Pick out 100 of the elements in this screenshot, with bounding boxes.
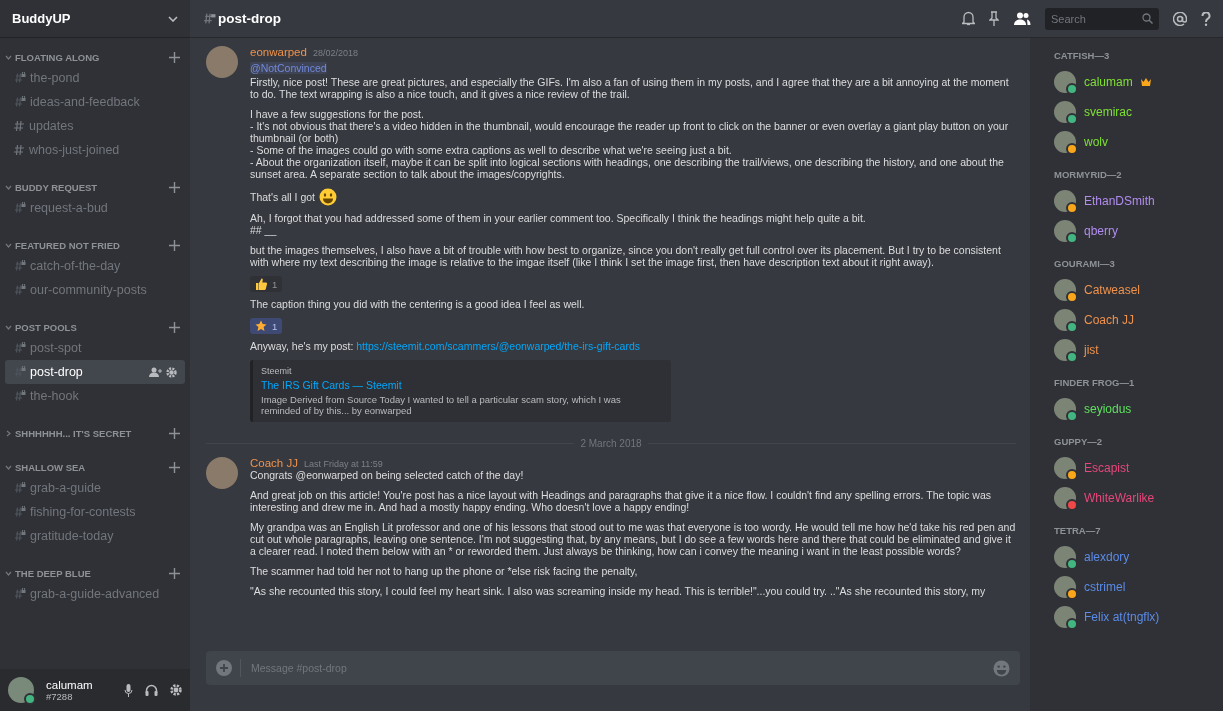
- message-text: The caption thing you did with the centering is a good idea I feel as well.: [250, 298, 586, 310]
- avatar[interactable]: [206, 46, 238, 78]
- message-text: Congrats @eonwarped on being selected catch of the day!: [250, 469, 525, 481]
- category-label[interactable]: SHHHHHH... IT'S SECRET: [15, 427, 166, 439]
- message-text: Ah, I forgot that you had addressed some of them in your earlier comment too. Specifically I think the headings might help quite a bit. ## __: [250, 212, 867, 236]
- author-name[interactable]: eonwarped: [250, 46, 307, 58]
- user-mention[interactable]: @NotConvinced: [250, 62, 327, 74]
- category-label[interactable]: BUDDY REQUEST: [15, 181, 166, 193]
- message-text: but the images themselves, I also have a bit of trouble with how best to organize, since you don't really get full control over its placement. But I try to be consistent with where my text describing the image is relative to the imgae itself (like I think I set the image first, then have description text about it right away).: [250, 244, 1002, 268]
- member-item[interactable]: EthanDSmith: [1054, 186, 1223, 216]
- category-label[interactable]: THE DEEP BLUE: [15, 567, 166, 579]
- caret-icon[interactable]: [5, 429, 12, 437]
- channel-item[interactable]: ideas-and-feedback: [5, 90, 185, 114]
- member-item[interactable]: cstrimel: [1054, 572, 1223, 602]
- microphone-icon[interactable]: [124, 683, 133, 697]
- member-item[interactable]: Coach JJ: [1054, 305, 1223, 335]
- category-label[interactable]: FLOATING ALONG: [15, 51, 166, 63]
- member-item[interactable]: wolv: [1054, 127, 1223, 157]
- star-icon: [255, 320, 267, 332]
- pin-icon[interactable]: [989, 11, 999, 26]
- locked-hash-icon: [202, 12, 216, 25]
- embed-title-link[interactable]: The IRS Gift Cards — Steemit: [261, 379, 661, 391]
- settings-icon[interactable]: [170, 684, 182, 696]
- channel-item[interactable]: updates: [5, 114, 185, 138]
- channel-item[interactable]: the-pond: [5, 66, 185, 90]
- reaction-button[interactable]: 1: [250, 276, 283, 292]
- headphones-icon[interactable]: [145, 684, 158, 696]
- member-group-label: GOURAMI—3: [1054, 258, 1116, 269]
- message-text: I have a few suggestions for the post. - It's not obvious that there's a video hidden in the thumbnail, would encourage the reader up front to click on the banner or even overlay a giant play button on your thumbnail (or both) - Some of the images could go with some extra captions as well to describe what we're seeing just a bit. - About the organization itself, maybe it can be split into logical sections with headings, one describing the trail/views, one describing the history, and one about the sunset area. A separate section to talk about the images/copyrights.: [250, 108, 1010, 180]
- plus-icon[interactable]: [169, 239, 180, 251]
- member-item[interactable]: WhiteWarlike: [1054, 483, 1223, 513]
- category-label[interactable]: POST POOLS: [15, 321, 166, 333]
- member-item[interactable]: svemirac: [1054, 97, 1223, 127]
- message-text: And great job on this article! You're post has a nice layout with Headings and paragraphs that give it a nice flow. I couldn't find any spelling errors. The topic was interesting and drew me in. And had a mostly happy ending. Who doesn't love a happy ending!: [250, 489, 992, 513]
- channel-item[interactable]: whos-just-joined: [5, 138, 185, 162]
- add-user-icon[interactable]: [149, 367, 162, 377]
- settings-icon[interactable]: [166, 366, 177, 378]
- member-item[interactable]: Catweasel: [1054, 275, 1223, 305]
- caret-icon[interactable]: [5, 569, 12, 577]
- plus-icon[interactable]: [169, 567, 180, 579]
- locked-hash-icon: [13, 390, 26, 402]
- caret-icon[interactable]: [5, 53, 12, 61]
- locked-hash-icon: [13, 72, 26, 84]
- user-avatar[interactable]: [8, 677, 34, 703]
- plus-circle-icon[interactable]: [216, 660, 232, 676]
- channel-item[interactable]: request-a-bud: [5, 196, 185, 220]
- url-link[interactable]: https://steemit.com/scammers/@eonwarped/the-irs-gift-cards: [356, 340, 641, 352]
- channel-item[interactable]: our-community-posts: [5, 278, 185, 302]
- member-item[interactable]: alexdory: [1054, 542, 1223, 572]
- category-label[interactable]: FEATURED NOT FRIED: [15, 239, 166, 251]
- help-icon[interactable]: [1201, 11, 1211, 26]
- bell-icon[interactable]: [962, 11, 975, 26]
- status-dot: [24, 693, 36, 705]
- smiley-emoji-icon: [319, 188, 338, 206]
- plus-icon[interactable]: [169, 321, 180, 333]
- locked-hash-icon: [13, 506, 26, 518]
- embed-provider: Steemit: [261, 366, 293, 376]
- channel-item[interactable]: grab-a-guide: [5, 476, 185, 500]
- message-text: "As she recounted this story, I could feel my heart sink. I also was screaming inside my head. This is terrible!"...you could try. .."As she recounted this story, my: [250, 585, 987, 597]
- member-group-label: CATFISH—3: [1054, 50, 1111, 61]
- channel-item[interactable]: fishing-for-contests: [5, 500, 185, 524]
- category-label[interactable]: SHALLOW SEA: [15, 461, 166, 473]
- plus-icon[interactable]: [169, 461, 180, 473]
- timestamp: 28/02/2018: [312, 48, 358, 58]
- member-item[interactable]: jist: [1054, 335, 1223, 365]
- caret-icon[interactable]: [5, 463, 12, 471]
- reaction-button[interactable]: 1: [250, 318, 283, 334]
- embed-description: Image Derived from Source Today I wanted to tell a particular scam story, which I was reminded of by this... by eonwarped: [261, 394, 622, 416]
- message-text: The scammer had told her not to hang up the phone or *else risk facing the penalty,: [250, 565, 639, 577]
- member-item[interactable]: Escapist: [1054, 453, 1223, 483]
- member-group-label: GUPPY—2: [1054, 436, 1104, 447]
- server-header[interactable]: BuddyUP: [0, 0, 190, 38]
- member-item[interactable]: Felix at(tngflx): [1054, 602, 1223, 632]
- plus-icon[interactable]: [169, 51, 180, 63]
- channel-item[interactable]: the-hook: [5, 384, 185, 408]
- at-sign-icon[interactable]: [1173, 11, 1187, 26]
- locked-hash-icon: [13, 482, 26, 494]
- locked-hash-icon: [13, 530, 26, 542]
- avatar[interactable]: [206, 457, 238, 489]
- member-item[interactable]: seyiodus: [1054, 394, 1223, 424]
- channel-item[interactable]: gratitude-today: [5, 524, 185, 548]
- channel-item[interactable]: post-drop: [5, 360, 185, 384]
- message-text: That's all I got: [250, 191, 316, 203]
- plus-icon[interactable]: [169, 181, 180, 193]
- locked-hash-icon: [13, 342, 26, 354]
- message-text: Anyway, he's my post: https://steemit.com/scammers/@eonwarped/the-irs-gift-cards: [250, 340, 642, 352]
- author-name[interactable]: Coach JJ: [250, 457, 298, 469]
- member-item[interactable]: calumam: [1054, 67, 1223, 97]
- caret-icon[interactable]: [5, 241, 12, 249]
- members-icon[interactable]: [1013, 12, 1031, 25]
- channel-item[interactable]: catch-of-the-day: [5, 254, 185, 278]
- smiley-icon[interactable]: [993, 659, 1010, 677]
- channel-item[interactable]: post-spot: [5, 336, 185, 360]
- message-text: Firstly, nice post! These are great pictures, and especially the GIFs. I'm also a fan of using them in my posts, and I agree that they are a bit annoying at the moment to do. The text wrapping is also a nice touch, and it gives a nice review of the trail.: [250, 76, 1010, 100]
- channel-item[interactable]: grab-a-guide-advanced: [5, 582, 185, 606]
- plus-icon[interactable]: [169, 427, 180, 439]
- caret-icon[interactable]: [5, 323, 12, 331]
- search-field[interactable]: Search: [1045, 7, 1159, 30]
- caret-icon[interactable]: [5, 183, 12, 191]
- member-item[interactable]: qberry: [1054, 216, 1223, 246]
